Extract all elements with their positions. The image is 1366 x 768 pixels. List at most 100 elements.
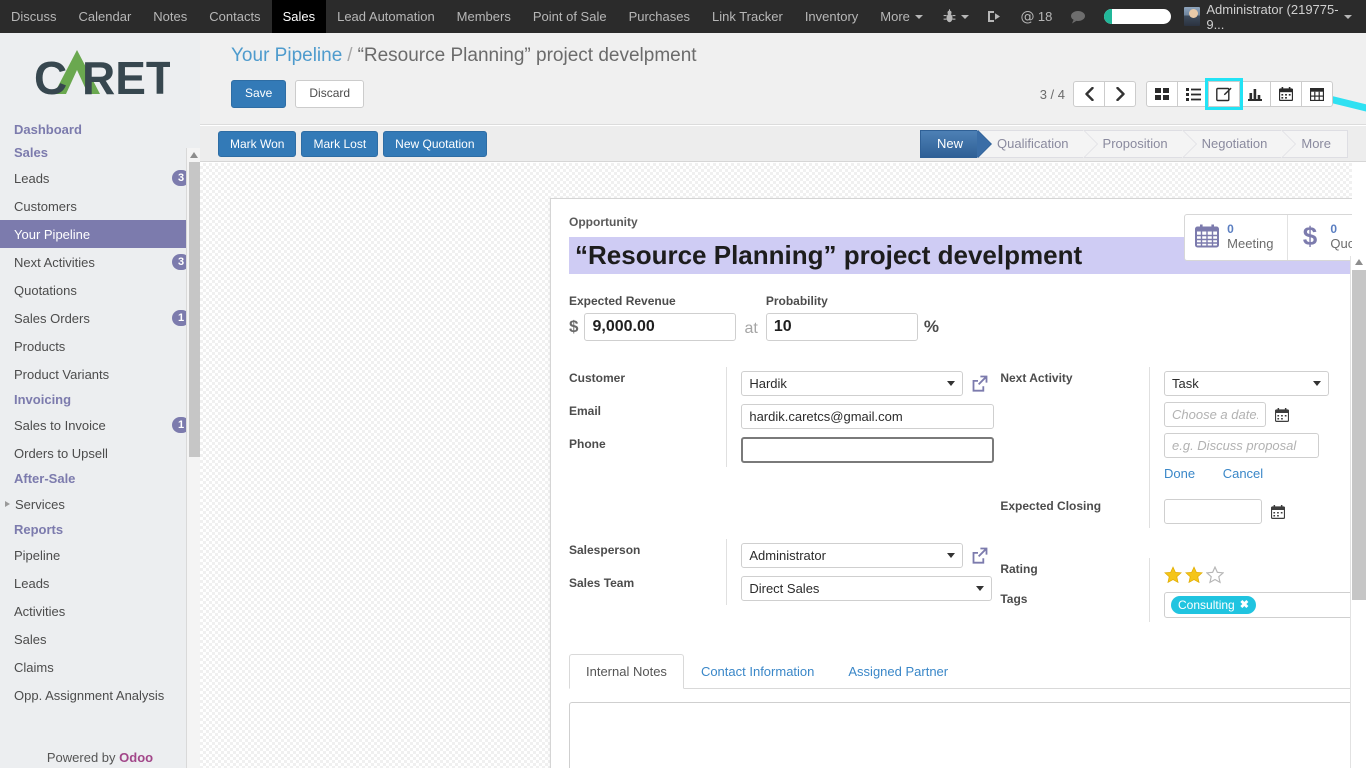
user-menu[interactable]: Administrator (219775-9... xyxy=(1180,0,1360,33)
sidebar-scrollbar-thumb[interactable] xyxy=(189,162,200,457)
sidebar-item-your-pipeline[interactable]: Your Pipeline xyxy=(0,220,200,248)
nav-item-notes[interactable]: Notes xyxy=(142,0,198,33)
scroll-up-arrow-icon[interactable] xyxy=(190,152,198,158)
meeting-count: 0 xyxy=(1227,223,1273,237)
nav-item-purchases[interactable]: Purchases xyxy=(618,0,701,33)
stage-new[interactable]: New xyxy=(920,130,977,158)
record-action-buttons: Save Discard xyxy=(231,80,364,108)
salesperson-input[interactable]: Administrator xyxy=(741,543,963,568)
pivot-view-icon[interactable] xyxy=(1301,81,1333,107)
sidebar-section-invoicing: Invoicing xyxy=(0,388,200,411)
sidebar-item-quotations[interactable]: Quotations xyxy=(0,276,200,304)
activity-date-input[interactable] xyxy=(1164,402,1266,427)
nav-item-lead-automation[interactable]: Lead Automation xyxy=(326,0,446,33)
breadcrumb-link-your-pipeline[interactable]: Your Pipeline xyxy=(231,45,342,66)
form-view-icon[interactable] xyxy=(1208,81,1240,107)
phone-row: Phone xyxy=(569,433,994,467)
nav-item-contacts[interactable]: Contacts xyxy=(198,0,271,33)
sidebar-item-report-leads[interactable]: Leads xyxy=(0,569,200,597)
salesperson-internal-link-icon[interactable] xyxy=(971,547,988,564)
sidebar-item-leads[interactable]: Leads 3 xyxy=(0,164,200,192)
quotes-stat-button[interactable]: $ 0 Quote(s) xyxy=(1287,215,1352,260)
pager-next-button[interactable] xyxy=(1104,81,1136,107)
calendar-picker-icon[interactable] xyxy=(1275,408,1289,422)
workflow-buttons: Mark Won Mark Lost New Quotation xyxy=(200,131,487,157)
discard-button[interactable]: Discard xyxy=(295,80,364,108)
sidebar-item-sales-orders[interactable]: Sales Orders 1 xyxy=(0,304,200,332)
nav-item-link-tracker[interactable]: Link Tracker xyxy=(701,0,794,33)
content-scrollbar[interactable] xyxy=(1350,256,1366,768)
nav-item-calendar[interactable]: Calendar xyxy=(68,0,143,33)
email-input[interactable] xyxy=(741,404,994,429)
rating-stars[interactable] xyxy=(1164,562,1352,584)
sidebar-item-opp-assignment-analysis[interactable]: Opp. Assignment Analysis xyxy=(0,681,200,709)
sidebar-item-next-activities[interactable]: Next Activities 3 xyxy=(0,248,200,276)
system-tray: @ 18 Administrator (219775-9... xyxy=(934,0,1366,33)
calendar-view-icon[interactable] xyxy=(1270,81,1302,107)
mark-lost-button[interactable]: Mark Lost xyxy=(301,131,378,157)
tag-chip[interactable]: Consulting ✖ xyxy=(1171,596,1256,614)
tab-internal-notes[interactable]: Internal Notes xyxy=(569,654,684,689)
sidebar-item-products[interactable]: Products xyxy=(0,332,200,360)
nav-item-more[interactable]: More xyxy=(869,0,934,33)
app-logo[interactable]: C RET xyxy=(0,33,200,118)
list-view-icon[interactable] xyxy=(1177,81,1209,107)
expected-closing-row: Expected Closing xyxy=(1000,485,1352,528)
svg-text:@: @ xyxy=(1020,9,1034,24)
content-scrollbar-thumb[interactable] xyxy=(1352,270,1366,600)
next-activity-input[interactable]: Task xyxy=(1164,371,1329,396)
customer-label: Customer xyxy=(569,367,727,400)
breadcrumb-current: “Resource Planning” project develpment xyxy=(358,45,697,66)
sidebar-item-report-claims[interactable]: Claims xyxy=(0,653,200,681)
internal-notes-textarea[interactable] xyxy=(569,702,1352,768)
calendar-picker-icon[interactable] xyxy=(1271,505,1285,519)
messaging-menu[interactable] xyxy=(1061,0,1095,33)
right-column-spacer xyxy=(1000,528,1352,558)
expected-closing-input[interactable] xyxy=(1164,499,1262,524)
new-quotation-button[interactable]: New Quotation xyxy=(383,131,486,157)
sales-team-input[interactable]: Direct Sales xyxy=(741,576,992,601)
activity-summary-input[interactable] xyxy=(1164,433,1319,458)
customer-input[interactable]: Hardik xyxy=(741,371,963,396)
activity-done-link[interactable]: Done xyxy=(1164,466,1195,481)
tab-contact-information[interactable]: Contact Information xyxy=(684,654,831,689)
nav-item-point-of-sale[interactable]: Point of Sale xyxy=(522,0,618,33)
tab-assigned-partner[interactable]: Assigned Partner xyxy=(831,654,965,689)
nav-item-inventory[interactable]: Inventory xyxy=(794,0,869,33)
sidebar-item-product-variants[interactable]: Product Variants xyxy=(0,360,200,388)
star-empty-icon xyxy=(1206,566,1224,584)
sidebar-item-report-pipeline[interactable]: Pipeline xyxy=(0,541,200,569)
sidebar-item-report-activities[interactable]: Activities xyxy=(0,597,200,625)
next-activity-label: Next Activity xyxy=(1000,367,1149,485)
sidebar-item-orders-to-upsell[interactable]: Orders to Upsell xyxy=(0,439,200,467)
sidebar-item-report-sales[interactable]: Sales xyxy=(0,625,200,653)
stage-qualification[interactable]: Qualification xyxy=(977,130,1083,158)
expected-revenue-input[interactable] xyxy=(584,313,736,341)
tag-remove-icon[interactable]: ✖ xyxy=(1240,598,1249,611)
customer-internal-link-icon[interactable] xyxy=(971,375,988,392)
mail-activity-menu[interactable]: @ 18 xyxy=(1011,0,1061,33)
meeting-stat-button[interactable]: 0 Meeting xyxy=(1185,215,1287,260)
probability-input[interactable] xyxy=(766,313,918,341)
debug-bug-menu[interactable] xyxy=(934,0,978,33)
sidebar-scrollbar[interactable] xyxy=(186,148,200,768)
sidebar-item-sales-to-invoice[interactable]: Sales to Invoice 1 xyxy=(0,411,200,439)
sidebar-section-dashboard[interactable]: Dashboard xyxy=(0,118,200,141)
scroll-up-arrow-icon[interactable] xyxy=(1355,259,1363,265)
sidebar-item-customers[interactable]: Customers xyxy=(0,192,200,220)
sidebar-item-services[interactable]: Services xyxy=(0,490,200,518)
progress-indicator xyxy=(1104,9,1170,24)
logout-icon-button[interactable] xyxy=(978,0,1011,33)
nav-item-sales[interactable]: Sales xyxy=(272,0,327,33)
nav-item-discuss[interactable]: Discuss xyxy=(0,0,68,33)
nav-item-members[interactable]: Members xyxy=(446,0,522,33)
phone-input[interactable] xyxy=(741,437,994,463)
activity-cancel-link[interactable]: Cancel xyxy=(1223,466,1263,481)
pager-previous-button[interactable] xyxy=(1073,81,1105,107)
at-word-label: at xyxy=(744,320,757,338)
mark-won-button[interactable]: Mark Won xyxy=(218,131,296,157)
graph-view-icon[interactable] xyxy=(1239,81,1271,107)
save-button[interactable]: Save xyxy=(231,80,286,108)
kanban-view-icon[interactable] xyxy=(1146,81,1178,107)
tags-input[interactable]: Consulting ✖ xyxy=(1164,592,1352,618)
